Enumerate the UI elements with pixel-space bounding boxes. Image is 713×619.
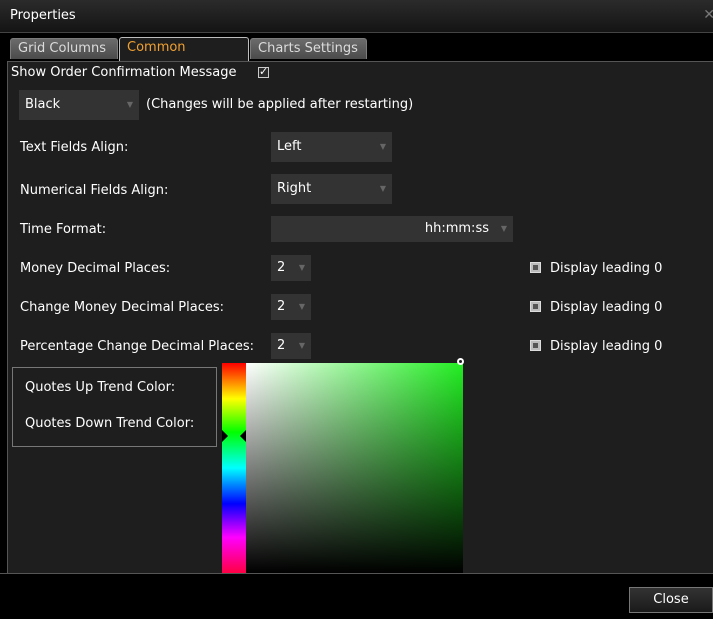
num-align-dropdown[interactable]: Right ▼ <box>271 174 392 204</box>
show-confirmation-checkbox[interactable] <box>258 65 269 78</box>
tab-common-settings[interactable]: Common Settings <box>119 37 249 75</box>
change-money-decimals-dropdown[interactable]: 2 ▼ <box>271 294 311 320</box>
money-decimals-label: Money Decimal Places: <box>20 261 171 276</box>
money-decimals-value: 2 <box>277 260 286 275</box>
chevron-down-icon: ▼ <box>298 302 305 311</box>
theme-value: Black <box>25 97 61 112</box>
time-format-value: hh:mm:ss <box>424 221 489 236</box>
close-button[interactable]: Close <box>629 587 713 613</box>
tab-grid-columns[interactable]: Grid Columns <box>10 38 118 59</box>
quotes-up-color-label[interactable]: Quotes Up Trend Color: <box>25 380 175 395</box>
theme-restart-note: (Changes will be applied after restartin… <box>146 97 414 112</box>
pct-change-decimals-value: 2 <box>277 338 286 353</box>
time-format-dropdown[interactable]: hh:mm:ss ▼ <box>271 216 513 242</box>
text-align-dropdown[interactable]: Left ▼ <box>271 132 392 162</box>
quotes-down-color-label[interactable]: Quotes Down Trend Color: <box>25 416 194 431</box>
properties-window: Properties ✕ Grid Columns Common Setting… <box>0 0 713 619</box>
text-align-label: Text Fields Align: <box>20 140 129 155</box>
dialog-footer <box>0 573 713 619</box>
change-money-decimals-label: Change Money Decimal Places: <box>20 300 224 315</box>
color-picker-cursor[interactable] <box>457 358 464 365</box>
money-leading-zero-label: Display leading 0 <box>550 261 663 276</box>
pct-change-decimals-dropdown[interactable]: 2 ▼ <box>271 333 311 359</box>
pct-change-decimals-label: Percentage Change Decimal Places: <box>20 339 255 354</box>
close-icon[interactable]: ✕ <box>703 7 713 23</box>
hue-slider-handle-left[interactable] <box>222 430 228 442</box>
show-confirmation-label: Show Order Confirmation Message <box>11 65 237 80</box>
chevron-down-icon: ▼ <box>500 224 507 233</box>
change-money-leading-zero-checkbox[interactable] <box>530 301 541 312</box>
quotes-color-group: Quotes Up Trend Color: Quotes Down Trend… <box>12 367 217 447</box>
time-format-label: Time Format: <box>20 222 107 237</box>
money-leading-zero-checkbox[interactable] <box>530 262 541 273</box>
chevron-down-icon: ▼ <box>379 142 386 151</box>
chevron-down-icon: ▼ <box>298 263 305 272</box>
tab-bar: Grid Columns Common Settings Charts Sett… <box>0 37 713 75</box>
chevron-down-icon: ▼ <box>379 184 386 193</box>
chevron-down-icon: ▼ <box>126 100 133 109</box>
theme-dropdown[interactable]: Black ▼ <box>19 90 139 120</box>
num-align-value: Right <box>277 181 312 196</box>
money-decimals-dropdown[interactable]: 2 ▼ <box>271 255 311 281</box>
title-bar: Properties ✕ <box>0 0 713 33</box>
window-title: Properties <box>10 8 76 23</box>
change-money-decimals-value: 2 <box>277 299 286 314</box>
num-align-label: Numerical Fields Align: <box>20 183 169 198</box>
change-money-leading-zero-label: Display leading 0 <box>550 300 663 315</box>
saturation-value-picker[interactable] <box>246 363 463 573</box>
hue-slider[interactable] <box>222 363 246 573</box>
tab-charts-settings[interactable]: Charts Settings <box>250 38 367 59</box>
chevron-down-icon: ▼ <box>298 341 305 350</box>
pct-leading-zero-label: Display leading 0 <box>550 339 663 354</box>
pct-leading-zero-checkbox[interactable] <box>530 340 541 351</box>
text-align-value: Left <box>277 139 302 154</box>
